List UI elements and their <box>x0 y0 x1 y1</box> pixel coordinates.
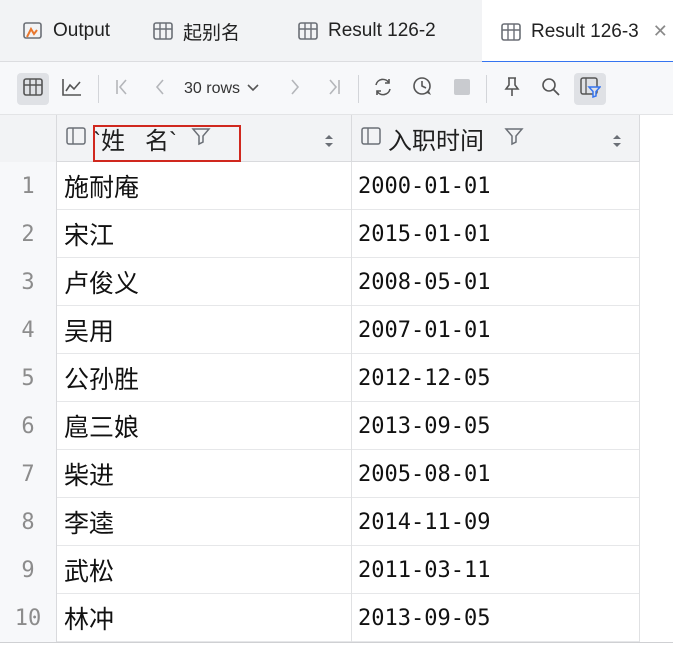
rows-select-label: 30 rows <box>184 80 241 97</box>
row-number: 3 <box>0 258 57 306</box>
table-view-button[interactable] <box>17 73 49 105</box>
sort-icon[interactable] <box>611 129 623 157</box>
row-number: 5 <box>0 354 57 402</box>
toolbar-separator <box>98 75 99 103</box>
history-button[interactable] <box>407 73 439 105</box>
refresh-icon <box>372 76 394 103</box>
table-row[interactable]: 1 施耐庵 2000-01-01 <box>0 162 640 210</box>
cell-hire-date[interactable]: 2013-09-05 <box>352 402 640 450</box>
first-page-icon <box>112 77 132 102</box>
toolbar-separator <box>358 75 359 103</box>
cell-name[interactable]: 李逵 <box>57 498 352 546</box>
cell-name[interactable]: 公孙胜 <box>57 354 352 402</box>
bottom-divider <box>0 642 673 643</box>
cell-name[interactable]: 林冲 <box>57 594 352 642</box>
chevron-down-icon <box>246 80 260 98</box>
cell-hire-date[interactable]: 2014-11-09 <box>352 498 640 546</box>
row-number: 8 <box>0 498 57 546</box>
cell-hire-date[interactable]: 2011-03-11 <box>352 546 640 594</box>
cell-name[interactable]: 施耐庵 <box>57 162 352 210</box>
table-row[interactable]: 7 柴进 2005-08-01 <box>0 450 640 498</box>
highlight-box <box>93 125 241 162</box>
table-row[interactable]: 4 吴用 2007-01-01 <box>0 306 640 354</box>
cell-name[interactable]: 吴用 <box>57 306 352 354</box>
next-page-icon <box>285 77 305 102</box>
row-number: 6 <box>0 402 57 450</box>
search-icon <box>541 77 561 102</box>
tab-label: Output <box>53 20 111 41</box>
table-row[interactable]: 3 卢俊义 2008-05-01 <box>0 258 640 306</box>
row-number: 7 <box>0 450 57 498</box>
first-page-button[interactable] <box>106 73 138 105</box>
toolbar: 30 rows <box>0 62 673 115</box>
cell-hire-date[interactable]: 2000-01-01 <box>352 162 640 210</box>
table-row[interactable]: 9 武松 2011-03-11 <box>0 546 640 594</box>
chart-view-icon <box>61 76 83 103</box>
cell-hire-date[interactable]: 2005-08-01 <box>352 450 640 498</box>
column-header-hire-date[interactable]: 入职时间 <box>352 115 640 162</box>
cell-name[interactable]: 扈三娘 <box>57 402 352 450</box>
cell-name[interactable]: 武松 <box>57 546 352 594</box>
stop-button[interactable] <box>446 73 478 105</box>
table-row[interactable]: 5 公孙胜 2012-12-05 <box>0 354 640 402</box>
row-number-header <box>0 115 57 162</box>
table-row[interactable]: 8 李逵 2014-11-09 <box>0 498 640 546</box>
rows-select[interactable]: 30 rows <box>184 73 260 105</box>
cell-hire-date[interactable]: 2015-01-01 <box>352 210 640 258</box>
toolbar-separator <box>486 75 487 103</box>
row-number: 2 <box>0 210 57 258</box>
filter-icon[interactable] <box>504 125 524 153</box>
stop-icon <box>452 77 472 102</box>
column-icon <box>65 125 87 153</box>
pin-icon <box>502 76 522 103</box>
table-icon <box>152 20 174 42</box>
table-row[interactable]: 6 扈三娘 2013-09-05 <box>0 402 640 450</box>
pin-button[interactable] <box>496 73 528 105</box>
cell-name[interactable]: 柴进 <box>57 450 352 498</box>
tab-label: Result 126-2 <box>328 20 436 41</box>
cell-hire-date[interactable]: 2013-09-05 <box>352 594 640 642</box>
prev-page-icon <box>150 77 170 102</box>
search-button[interactable] <box>535 73 567 105</box>
tab-label: Result 126-3 <box>531 20 639 42</box>
table-row[interactable]: 10 林冲 2013-09-05 <box>0 594 640 642</box>
cell-hire-date[interactable]: 2008-05-01 <box>352 258 640 306</box>
sort-icon[interactable] <box>323 129 335 157</box>
row-number: 9 <box>0 546 57 594</box>
cell-hire-date[interactable]: 2012-12-05 <box>352 354 640 402</box>
tab-label: 起别名 <box>183 22 241 44</box>
tab-output[interactable]: Output <box>22 0 110 62</box>
last-page-button[interactable] <box>318 73 350 105</box>
tab-result-126-3[interactable]: Result 126-3 ✕ <box>482 0 673 63</box>
table-icon <box>297 20 319 42</box>
prev-page-button[interactable] <box>144 73 176 105</box>
row-number: 1 <box>0 162 57 210</box>
refresh-button[interactable] <box>367 73 399 105</box>
tab-bar: Output 起别名 Result 126-2 Result 126-3 ✕ <box>0 0 673 63</box>
grid-header: `姓 名` 入职时间 <box>0 115 640 162</box>
table-icon <box>500 21 522 43</box>
tab-result-126-2[interactable]: Result 126-2 <box>297 0 436 62</box>
output-icon <box>22 20 44 42</box>
table-row[interactable]: 2 宋江 2015-01-01 <box>0 210 640 258</box>
table-view-icon <box>22 76 44 103</box>
chart-view-button[interactable] <box>56 73 88 105</box>
row-number: 10 <box>0 594 57 642</box>
column-header-label: 入职时间 <box>388 128 484 155</box>
history-icon <box>411 75 435 104</box>
row-number: 4 <box>0 306 57 354</box>
cell-hire-date[interactable]: 2007-01-01 <box>352 306 640 354</box>
cell-name[interactable]: 宋江 <box>57 210 352 258</box>
filter-toggle-icon <box>579 76 602 103</box>
next-page-button[interactable] <box>279 73 311 105</box>
last-page-icon <box>324 77 344 102</box>
cell-name[interactable]: 卢俊义 <box>57 258 352 306</box>
filter-toggle-button[interactable] <box>574 73 606 105</box>
column-icon <box>360 125 382 153</box>
close-icon[interactable]: ✕ <box>653 21 668 42</box>
tab-alias[interactable]: 起别名 <box>152 0 240 62</box>
